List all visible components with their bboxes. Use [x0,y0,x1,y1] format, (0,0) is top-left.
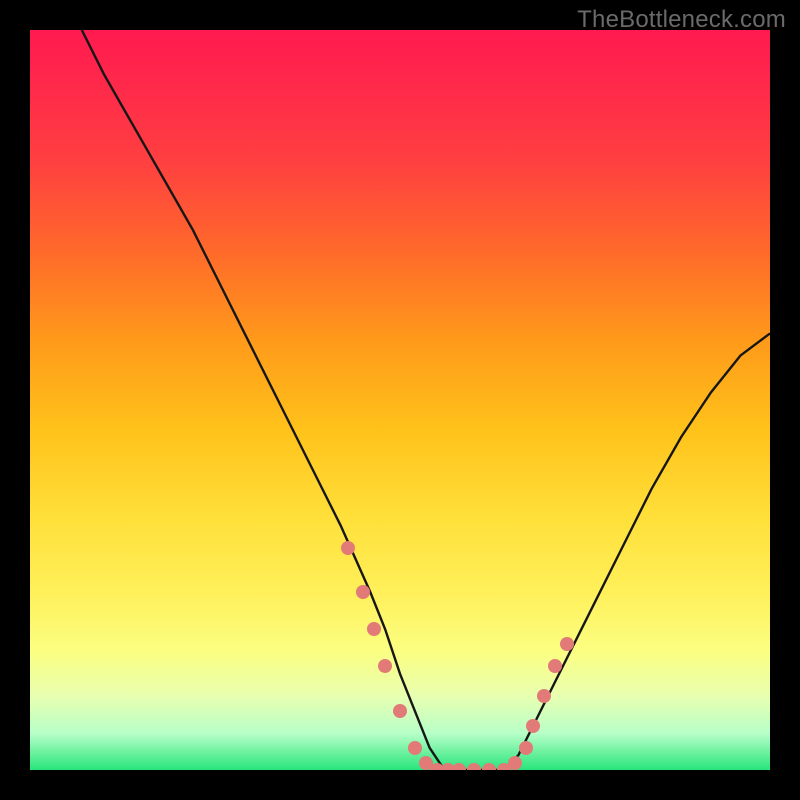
highlight-dot [452,763,466,770]
watermark-text: TheBottleneck.com [577,6,786,34]
highlight-dot [560,637,574,651]
highlight-dot [482,763,496,770]
highlight-dot [519,741,533,755]
highlight-dot [393,704,407,718]
highlight-dot [378,659,392,673]
highlight-dot [467,763,481,770]
highlight-dot [526,719,540,733]
chart-frame: TheBottleneck.com [0,0,800,800]
highlight-dot [341,541,355,555]
highlight-dot [408,741,422,755]
highlight-dot [537,689,551,703]
highlight-dots-layer [30,30,770,770]
plot-area [30,30,770,770]
highlight-dot [356,585,370,599]
highlight-dot [508,756,522,770]
highlight-dot [367,622,381,636]
highlight-dot [548,659,562,673]
